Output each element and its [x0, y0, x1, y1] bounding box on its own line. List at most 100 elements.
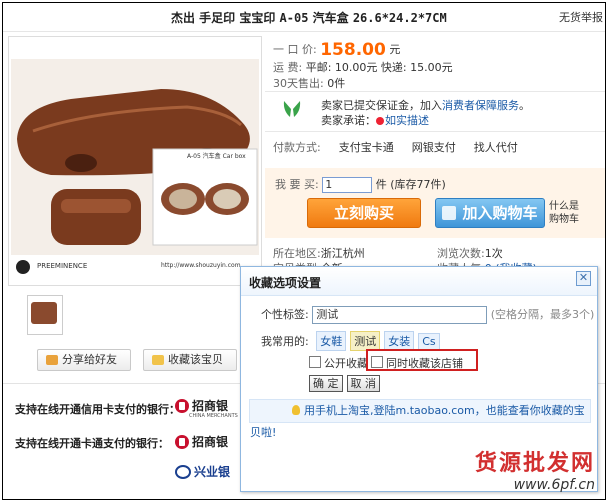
- payment-label: 付款方式:: [273, 141, 321, 154]
- product-image: A-05 汽车盒 Car box PREEMINENCE http://www.…: [11, 59, 259, 281]
- guarantee-line-1: 卖家已提交保证金，加入消费者保障服务。: [321, 97, 530, 113]
- cmb-icon: [175, 434, 189, 449]
- what-is-line-2: 购物车: [549, 214, 579, 225]
- quantity-label: 我 要 买:: [275, 178, 319, 191]
- purchase-panel: 我 要 买: 1 件 (库存77件) 立刻购买 加入购物车 什么是购物车: [265, 168, 605, 238]
- sold-value: 0件: [327, 77, 346, 90]
- tag-hint: (空格分隔，最多3个): [490, 308, 595, 321]
- guarantee-panel: 卖家已提交保证金，加入消费者保障服务。 卖家承诺： 如实描述: [273, 91, 605, 131]
- share-label: 分享给好友: [62, 353, 117, 366]
- promise-label: 卖家承诺：: [321, 114, 376, 127]
- share-icon: [46, 355, 58, 365]
- tag-chip-womens-shoes[interactable]: 女鞋: [316, 331, 347, 351]
- payment-method-alipay-card[interactable]: 支付宝卡通: [339, 139, 394, 155]
- quantity-input[interactable]: 1: [322, 177, 373, 193]
- location-value: 浙江杭州: [320, 247, 365, 260]
- product-title: 杰出 手足印 宝宝印 A-05 汽车盒 26.6*24.2*7CM: [171, 9, 447, 26]
- car-box-illustration: [11, 59, 259, 281]
- mobile-tip[interactable]: 用手机上淘宝,登陆m.taobao.com，也能查看你收藏的宝贝啦!: [249, 399, 591, 439]
- location-label: 所在地区:: [273, 247, 321, 260]
- add-to-cart-label: 加入购物车: [462, 204, 538, 222]
- product-image-frame: A-05 汽车盒 Car box PREEMINENCE http://www.…: [8, 36, 262, 286]
- stock-text: 件 (库存77件): [375, 178, 446, 191]
- cmb-name: 招商银: [192, 399, 229, 413]
- title-sub: 汽车盒: [308, 11, 353, 25]
- price-unit: 元: [389, 43, 401, 56]
- common-tags-row: 我常用的: 女鞋 测试 女装 Cs: [261, 331, 444, 351]
- public-checkbox[interactable]: [309, 356, 321, 368]
- public-label: 公开收藏: [324, 357, 368, 370]
- folder-icon: [152, 355, 164, 365]
- watermark-line-2: www.6pf.cn: [513, 477, 595, 493]
- quantity-row: 我 要 买: 1 件 (库存77件): [275, 176, 446, 193]
- hands-icon: [283, 101, 301, 117]
- common-tags-label: 我常用的:: [261, 335, 309, 348]
- tag-label: 个性标签:: [261, 308, 309, 321]
- cmb-english: CHINA MERCHANTS: [189, 413, 238, 419]
- views-row: 浏览次数:1次: [437, 245, 503, 261]
- payment-method-proxy[interactable]: 找人代付: [474, 139, 518, 155]
- title-model: A-05: [279, 11, 309, 25]
- close-icon[interactable]: ✕: [576, 271, 591, 286]
- add-to-cart-button[interactable]: 加入购物车: [435, 198, 545, 228]
- views-label: 浏览次数:: [437, 247, 485, 260]
- what-is-line-1: 什么是: [549, 201, 579, 212]
- tag-input[interactable]: 测试: [312, 306, 488, 324]
- shipping-value: 平邮: 10.00元 快递: 15.00元: [305, 61, 453, 74]
- guarantee-line-2: 卖家承诺： 如实描述: [321, 112, 429, 128]
- mobile-tip-text: 用手机上淘宝,登陆m.taobao.com，也能查看你收藏的宝贝啦!: [250, 404, 585, 439]
- photo-caption: A-05 汽车盒 Car box: [187, 153, 246, 160]
- product-page: 杰出 手足印 宝宝印 A-05 汽车盒 26.6*24.2*7CM 无货举报 A…: [2, 2, 606, 500]
- badge-icon: [376, 117, 384, 125]
- product-thumbnail[interactable]: [27, 295, 63, 335]
- divider: [265, 131, 605, 132]
- public-option[interactable]: 公开收藏: [309, 355, 368, 371]
- credit-bank-label: 支持在线开通信用卡支付的银行：: [15, 403, 180, 416]
- buy-now-button[interactable]: 立刻购买: [307, 198, 421, 228]
- tag-chip-womens-clothing[interactable]: 女装: [384, 331, 415, 351]
- dialog-header: 收藏选项设置 ✕: [241, 267, 597, 296]
- as-described-link[interactable]: 如实描述: [385, 114, 429, 127]
- cib-name: 兴业银: [194, 465, 231, 479]
- tag-chip-test[interactable]: 测试: [350, 331, 381, 351]
- consumer-protection-link[interactable]: 消费者保障服务: [442, 99, 519, 112]
- title-bar: 杰出 手足印 宝宝印 A-05 汽车盒 26.6*24.2*7CM 无货举报: [3, 3, 605, 32]
- payment-method-netbank[interactable]: 网银支付: [412, 139, 456, 155]
- favorite-button[interactable]: 收藏该宝贝: [143, 349, 237, 371]
- sold-label: 30天售出:: [273, 77, 324, 90]
- title-main: 杰出 手足印 宝宝印: [171, 11, 280, 25]
- watermark: 货源批发网 www.6pf.cn: [475, 445, 595, 493]
- watermark-line-1: 货源批发网: [474, 450, 595, 476]
- what-is-cart-link[interactable]: 什么是 购物车: [549, 200, 579, 226]
- cib-icon: [175, 464, 191, 479]
- dialog-buttons: 确 定取 消: [309, 375, 384, 392]
- debit-bank-label: 支持在线开通卡通支付的银行：: [15, 437, 169, 450]
- report-link[interactable]: 无货举报: [559, 9, 603, 25]
- cib-logo[interactable]: 兴业银: [175, 463, 230, 480]
- cancel-button[interactable]: 取 消: [346, 375, 380, 392]
- title-size: 26.6*24.2*7CM: [352, 11, 447, 25]
- price-value: 158.00: [320, 40, 386, 60]
- guarantee-suffix: 。: [519, 99, 530, 112]
- shipping-label: 运 费:: [273, 61, 303, 74]
- highlight-box: [366, 349, 478, 371]
- location-row: 所在地区:浙江杭州: [273, 245, 365, 261]
- tag-row: 个性标签: 测试 (空格分隔，最多3个): [261, 306, 594, 324]
- cmb-logo-credit[interactable]: 招商银: [175, 397, 228, 414]
- guarantee-text: 卖家已提交保证金，加入: [321, 99, 442, 112]
- share-button[interactable]: 分享给好友: [37, 349, 131, 371]
- tag-chip-cs[interactable]: Cs: [418, 333, 440, 350]
- sold-row: 30天售出: 0件: [273, 75, 345, 91]
- cart-icon: [442, 206, 457, 220]
- dialog-title: 收藏选项设置: [249, 276, 322, 290]
- cmb-logo-debit[interactable]: 招商银: [175, 433, 228, 450]
- confirm-button[interactable]: 确 定: [309, 375, 343, 392]
- shipping-row: 运 费: 平邮: 10.00元 快递: 15.00元: [273, 59, 453, 75]
- cmb-icon: [175, 398, 189, 413]
- payment-row: 付款方式: 支付宝卡通 网银支付 找人代付: [273, 139, 536, 155]
- lightbulb-icon: [292, 405, 300, 415]
- cmb-name: 招商银: [192, 435, 229, 449]
- photo-brand: PREEMINENCE: [37, 262, 88, 270]
- views-value: 1次: [484, 247, 503, 260]
- price-row: 一 口 价: 158.00 元: [273, 40, 400, 60]
